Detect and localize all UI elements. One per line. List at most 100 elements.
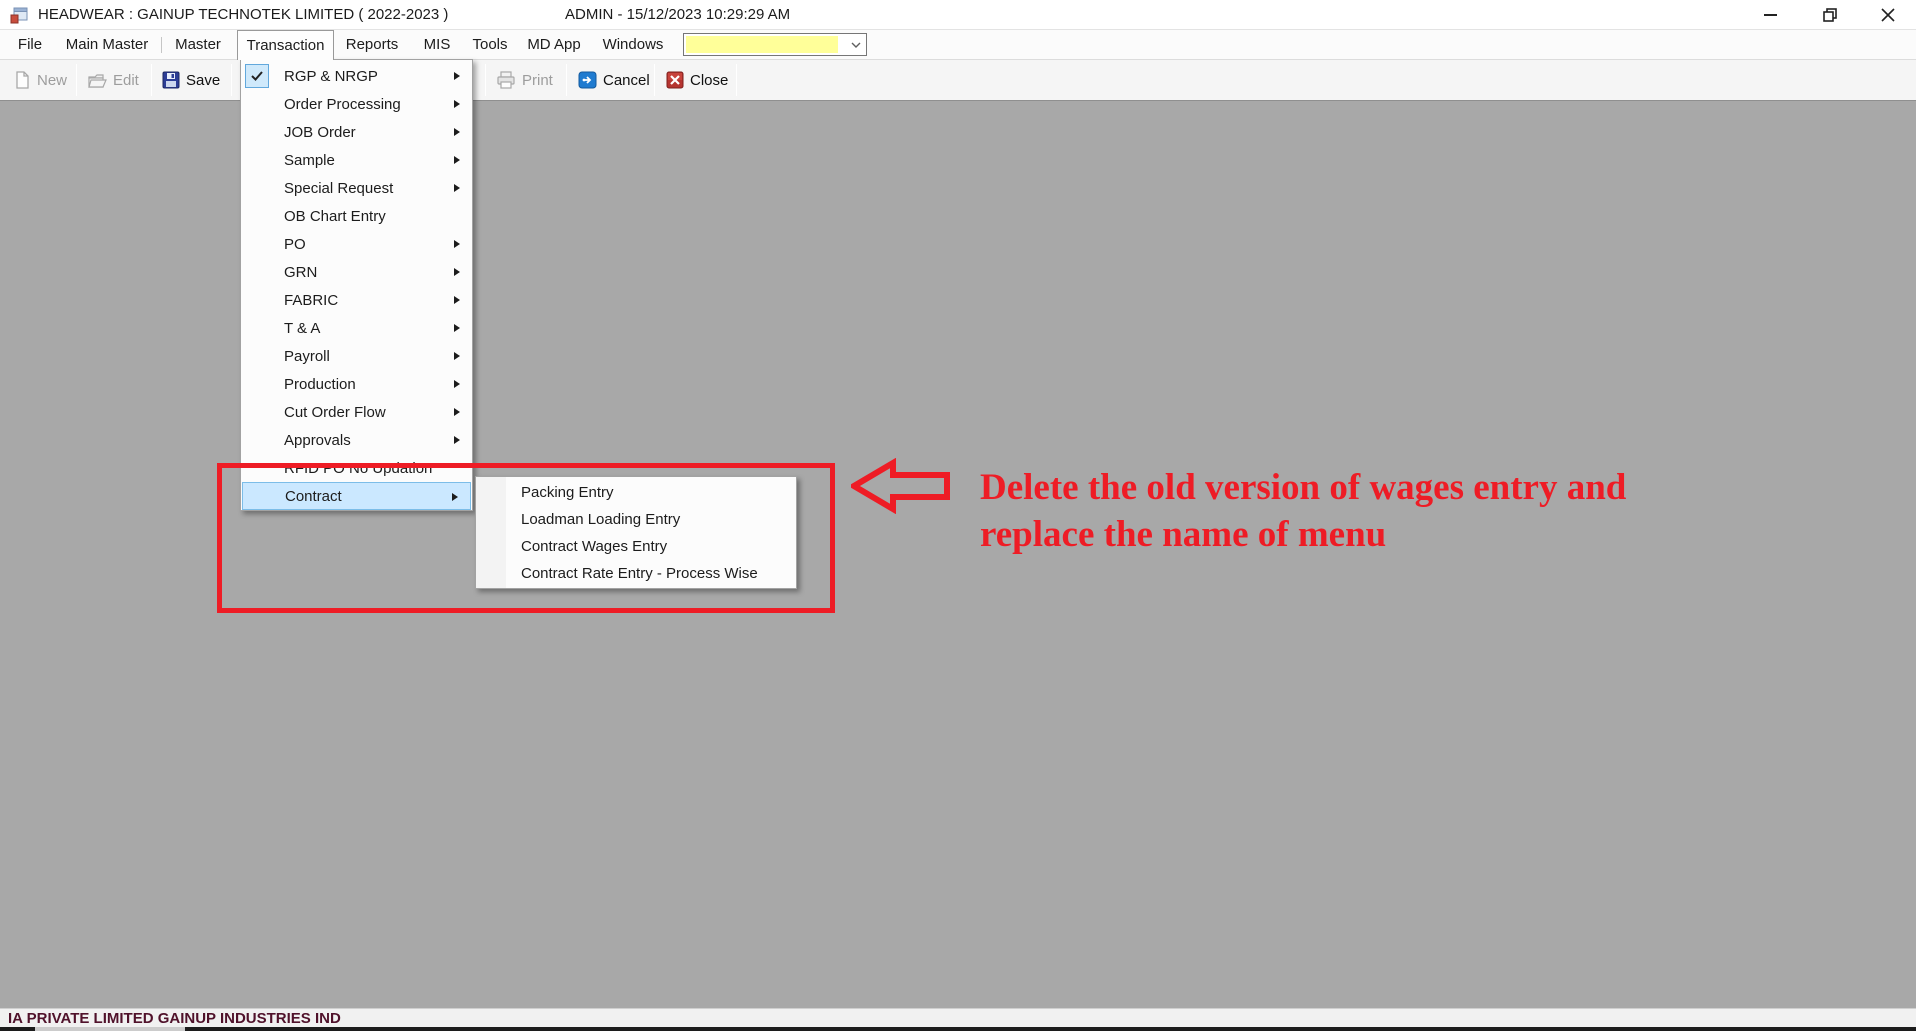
submenu-arrow-icon: [454, 408, 460, 416]
minimize-icon: [1764, 14, 1777, 16]
toolbar-separator: [151, 64, 152, 96]
menu-main-master[interactable]: Main Master: [56, 30, 158, 59]
toolbar-separator: [566, 64, 567, 96]
submenu-arrow-icon: [454, 128, 460, 136]
save-floppy-icon: [162, 71, 180, 89]
menu-item-label: Payroll: [284, 348, 330, 365]
menu-bar-separator: [161, 37, 162, 53]
menu-bar: File Main Master Master Transaction Repo…: [0, 30, 1916, 60]
title-bar: HEADWEAR : GAINUP TECHNOTEK LIMITED ( 20…: [0, 0, 1916, 30]
print-button[interactable]: Print: [492, 65, 557, 95]
edit-button-label: Edit: [113, 72, 139, 89]
menu-item-label: Production: [284, 376, 356, 393]
quick-select-combobox[interactable]: [683, 33, 867, 56]
menu-tools[interactable]: Tools: [464, 30, 516, 59]
toolbar-separator: [736, 64, 737, 96]
menu-item-cut-order-flow[interactable]: Cut Order Flow: [241, 398, 472, 426]
close-window-button[interactable]: [1866, 0, 1910, 29]
menu-item-payroll[interactable]: Payroll: [241, 342, 472, 370]
printer-icon: [496, 71, 516, 89]
submenu-arrow-icon: [454, 72, 460, 80]
toolbar-separator: [76, 64, 77, 96]
menu-item-label: RGP & NRGP: [284, 68, 378, 85]
annotation-line-2: replace the name of menu: [980, 511, 1700, 558]
menu-item-approvals[interactable]: Approvals: [241, 426, 472, 454]
minimize-button[interactable]: [1748, 0, 1792, 29]
restore-button[interactable]: [1808, 0, 1852, 29]
toolbar-separator: [231, 64, 232, 96]
bottom-edge-light-segment: [35, 1027, 185, 1031]
toolbar-separator: [485, 64, 486, 96]
close-button-label: Close: [690, 72, 728, 89]
menu-mis[interactable]: MIS: [412, 30, 462, 59]
menu-item-rgp-nrgp[interactable]: RGP & NRGP: [241, 62, 472, 90]
menu-item-label: Cut Order Flow: [284, 404, 386, 421]
submenu-arrow-icon: [454, 268, 460, 276]
menu-md-app[interactable]: MD App: [520, 30, 588, 59]
menu-item-order-processing[interactable]: Order Processing: [241, 90, 472, 118]
menu-item-label: T & A: [284, 320, 320, 337]
menu-item-grn[interactable]: GRN: [241, 258, 472, 286]
menu-item-t-and-a[interactable]: T & A: [241, 314, 472, 342]
restore-icon: [1823, 8, 1837, 22]
submenu-arrow-icon: [454, 380, 460, 388]
bottom-edge-strip: [0, 1027, 1916, 1031]
menu-item-job-order[interactable]: JOB Order: [241, 118, 472, 146]
submenu-arrow-icon: [454, 436, 460, 444]
checkmark-icon: [245, 64, 269, 88]
annotation-text: Delete the old version of wages entry an…: [980, 464, 1700, 558]
menu-item-sample[interactable]: Sample: [241, 146, 472, 174]
new-button-label: New: [37, 72, 67, 89]
session-info: ADMIN - 15/12/2023 10:29:29 AM: [565, 6, 790, 23]
annotation-line-1: Delete the old version of wages entry an…: [980, 464, 1700, 511]
submenu-arrow-icon: [454, 324, 460, 332]
quick-select-value: [686, 36, 838, 53]
transaction-dropdown-menu: RGP & NRGP Order Processing JOB Order Sa…: [240, 59, 473, 511]
submenu-arrow-icon: [454, 240, 460, 248]
toolbar-separator: [654, 64, 655, 96]
menu-item-fabric[interactable]: FABRIC: [241, 286, 472, 314]
menu-item-label: Sample: [284, 152, 335, 169]
close-red-icon: [666, 71, 684, 89]
menu-master[interactable]: Master: [166, 30, 230, 59]
save-button[interactable]: Save: [158, 65, 224, 95]
print-button-label: Print: [522, 72, 553, 89]
cancel-button-label: Cancel: [603, 72, 650, 89]
save-button-label: Save: [186, 72, 220, 89]
menu-item-label: Order Processing: [284, 96, 401, 113]
menu-item-label: GRN: [284, 264, 317, 281]
submenu-arrow-icon: [454, 296, 460, 304]
menu-item-label: JOB Order: [284, 124, 356, 141]
app-icon: [10, 7, 28, 24]
menu-reports[interactable]: Reports: [338, 30, 406, 59]
menu-item-label: Special Request: [284, 180, 393, 197]
status-bar: IA PRIVATE LIMITED GAINUP INDUSTRIES IND: [0, 1008, 1916, 1027]
menu-item-label: OB Chart Entry: [284, 208, 386, 225]
close-button[interactable]: Close: [662, 65, 732, 95]
menu-transaction[interactable]: Transaction: [237, 30, 334, 60]
menu-file[interactable]: File: [8, 30, 52, 59]
menu-item-label: Approvals: [284, 432, 351, 449]
annotation-rectangle: [217, 463, 835, 613]
menu-item-po[interactable]: PO: [241, 230, 472, 258]
application-window: HEADWEAR : GAINUP TECHNOTEK LIMITED ( 20…: [0, 0, 1916, 1031]
status-bar-text: IA PRIVATE LIMITED GAINUP INDUSTRIES IND: [8, 1010, 341, 1027]
menu-item-label: FABRIC: [284, 292, 338, 309]
new-button[interactable]: New: [10, 65, 71, 95]
menu-item-production[interactable]: Production: [241, 370, 472, 398]
submenu-arrow-icon: [454, 352, 460, 360]
cancel-icon: [578, 71, 597, 89]
submenu-arrow-icon: [454, 156, 460, 164]
submenu-arrow-icon: [454, 184, 460, 192]
cancel-button[interactable]: Cancel: [574, 65, 654, 95]
annotation-left-arrow-icon: [851, 458, 951, 514]
submenu-arrow-icon: [454, 100, 460, 108]
menu-item-ob-chart-entry[interactable]: OB Chart Entry: [241, 202, 472, 230]
window-title: HEADWEAR : GAINUP TECHNOTEK LIMITED ( 20…: [38, 6, 448, 23]
menu-item-label: PO: [284, 236, 306, 253]
close-icon: [1881, 8, 1895, 22]
menu-item-special-request[interactable]: Special Request: [241, 174, 472, 202]
edit-folder-icon: [88, 72, 107, 89]
edit-button[interactable]: Edit: [84, 65, 143, 95]
menu-windows[interactable]: Windows: [594, 30, 672, 59]
